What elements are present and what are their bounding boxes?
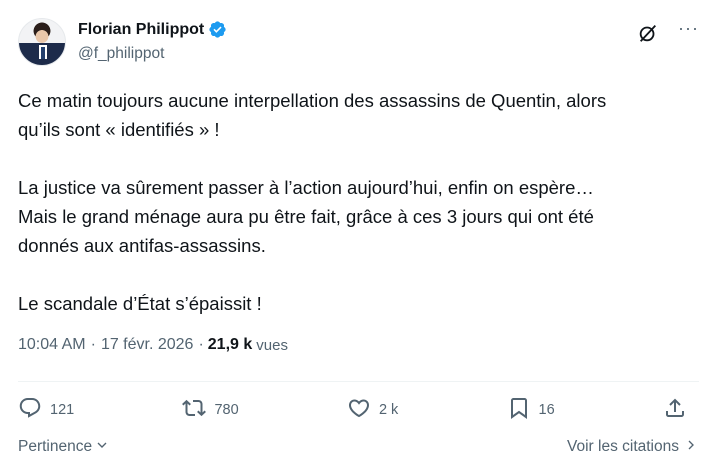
views-label: vues [256, 336, 288, 354]
author-name-row: Florian Philippot [78, 20, 227, 39]
share-icon [663, 396, 687, 424]
author-handle[interactable]: @f_philippot [78, 45, 164, 63]
divider [18, 381, 699, 382]
avatar[interactable] [18, 18, 66, 66]
repost-button[interactable]: 780 [182, 396, 239, 424]
sort-label: Pertinence [18, 438, 93, 455]
action-bar: 121 780 2 k 16 [18, 394, 687, 426]
meta-separator: · [90, 336, 96, 353]
meta-separator-2: · [198, 336, 204, 353]
tweet-date[interactable]: 17 févr. 2026 [101, 336, 194, 354]
grok-icon[interactable] [637, 22, 659, 44]
bookmark-count: 16 [538, 402, 555, 418]
reply-button[interactable]: 121 [18, 396, 74, 424]
like-button[interactable]: 2 k [347, 396, 398, 424]
sort-dropdown[interactable]: Pertinence [18, 437, 110, 458]
heart-icon [347, 396, 371, 424]
tweet-text: Ce matin toujours aucune interpellation … [18, 90, 607, 314]
avatar-tie [41, 47, 45, 59]
reply-icon [18, 396, 42, 424]
author-name[interactable]: Florian Philippot [78, 21, 204, 39]
reply-count: 121 [50, 402, 75, 418]
like-count: 2 k [378, 402, 399, 418]
tweet-meta: 10:04 AM · 17 févr. 2026 · 21,9 k vues [18, 336, 288, 354]
more-icon[interactable]: ··· [678, 18, 699, 39]
share-button[interactable] [663, 396, 687, 424]
chevron-down-icon [94, 437, 110, 458]
tweet-header: Florian Philippot @f_philippot ··· [18, 14, 699, 70]
verified-badge-icon[interactable] [208, 20, 227, 39]
bookmark-icon [507, 396, 531, 424]
views-count: 21,9 k [207, 336, 253, 353]
repost-count: 780 [214, 402, 239, 418]
repost-icon [182, 396, 207, 424]
chevron-right-icon [683, 437, 699, 458]
quotes-label: Voir les citations [567, 438, 679, 455]
replies-footer: Pertinence Voir les citations [18, 436, 699, 458]
tweet-time[interactable]: 10:04 AM [18, 336, 86, 354]
bookmark-button[interactable]: 16 [507, 396, 555, 424]
view-quotes-link[interactable]: Voir les citations [567, 437, 699, 458]
